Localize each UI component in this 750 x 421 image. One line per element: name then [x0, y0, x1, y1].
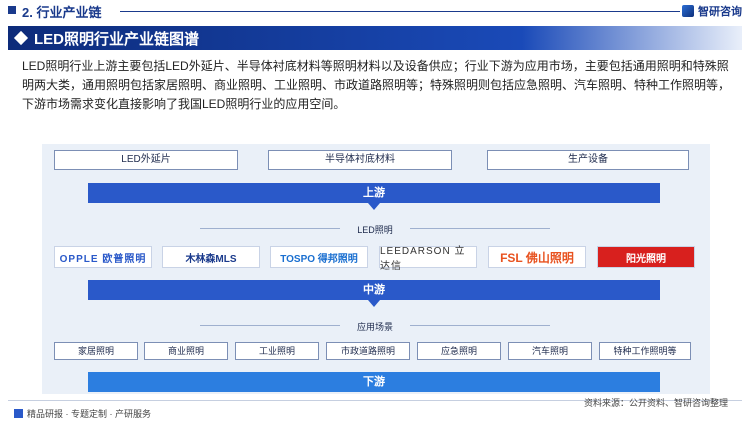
scene-home: 家居照明 [54, 342, 138, 360]
diamond-icon [13, 30, 29, 46]
logo-yangguang: 阳光照明 [597, 246, 695, 268]
source-note: 资料来源：公开资料、智研咨询整理 [583, 398, 728, 408]
footer-icon [14, 409, 23, 418]
header-rule-right [410, 325, 550, 326]
stage-downstream-label: 下游 [363, 376, 385, 388]
logo-mls: 木林森MLS [162, 246, 260, 268]
down-arrow-icon [368, 300, 380, 307]
stage-downstream: 下游 [88, 372, 660, 392]
stage-midstream-label: 中游 [363, 284, 385, 296]
scene-commercial: 商业照明 [144, 342, 228, 360]
scene-municipal: 市政道路照明 [326, 342, 410, 360]
section-title: 2. 行业产业链 [22, 5, 102, 20]
scene-automotive: 汽车照明 [508, 342, 592, 360]
upstream-item-equipment: 生产设备 [487, 150, 689, 170]
scene-emergency: 应急照明 [417, 342, 501, 360]
brand-logo: 智研咨询 [682, 3, 742, 19]
section-marker [8, 6, 16, 14]
logo-leedarson: LEEDARSON 立达信 [379, 246, 477, 272]
footer-tagline: 精品研报 · 专题定制 · 产研服务 [14, 407, 151, 420]
footer-tagline-text: 精品研报 · 专题定制 · 产研服务 [27, 409, 151, 419]
stage-midstream: 中游 [88, 280, 660, 307]
upstream-item-substrate: 半导体衬底材料 [268, 150, 452, 170]
header-rule-right [410, 228, 550, 229]
logo-fsl: FSL 佛山照明 [488, 246, 586, 268]
down-arrow-icon [368, 203, 380, 210]
title-banner: LED照明行业产业链图谱 [8, 26, 742, 50]
stage-upstream: 上游 [88, 183, 660, 210]
downstream-header: 应用场景 [356, 322, 393, 332]
top-bar: 2. 行业产业链 智研咨询 [0, 0, 750, 22]
header-rule-left [200, 228, 340, 229]
logo-opple: OPPLE 欧普照明 [54, 246, 152, 268]
stage-upstream-label: 上游 [363, 187, 385, 199]
midstream-header: LED照明 [357, 225, 393, 235]
header-divider [120, 11, 680, 12]
brand-name: 智研咨询 [698, 6, 742, 18]
header-rule-left [200, 325, 340, 326]
brand-icon [682, 5, 694, 17]
upstream-item-epitaxial: LED外延片 [54, 150, 238, 170]
page-title: LED照明行业产业链图谱 [34, 31, 200, 48]
intro-paragraph: LED照明行业上游主要包括LED外延片、半导体衬底材料等照明材料以及设备供应；行… [22, 59, 731, 111]
scene-special: 特种工作照明等 [599, 342, 691, 360]
logo-tospo: TOSPO 得邦照明 [270, 246, 368, 268]
scene-industrial: 工业照明 [235, 342, 319, 360]
